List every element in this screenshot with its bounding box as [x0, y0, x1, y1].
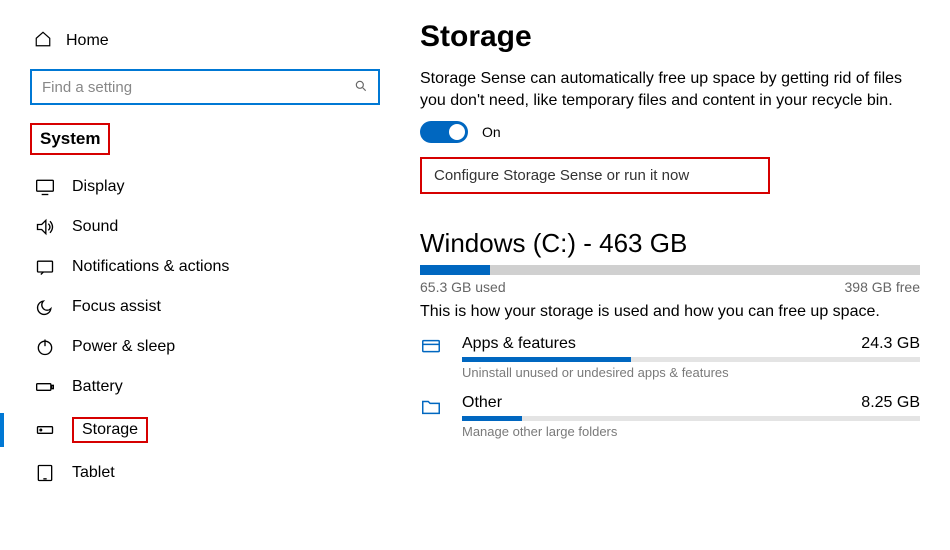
- search-input[interactable]: [42, 79, 335, 96]
- display-icon: [34, 177, 56, 197]
- sidebar-item-label: Focus assist: [72, 298, 161, 316]
- sidebar-item-tablet[interactable]: Tablet: [30, 453, 380, 493]
- used-label: 65.3 GB used: [420, 279, 506, 295]
- sidebar-item-label: Storage: [72, 417, 148, 443]
- category-body: Apps & features 24.3 GB Uninstall unused…: [462, 335, 920, 380]
- drive-usage-bar-fill: [420, 265, 490, 275]
- toggle-label: On: [482, 124, 501, 140]
- usage-description: This is how your storage is used and how…: [420, 303, 920, 321]
- focus-assist-icon: [34, 297, 56, 317]
- category-size: 8.25 GB: [861, 394, 920, 412]
- category-name: Other: [462, 394, 502, 412]
- storage-sense-description: Storage Sense can automatically free up …: [420, 68, 920, 111]
- category-subtitle: Manage other large folders: [462, 424, 920, 439]
- sidebar-item-sound[interactable]: Sound: [30, 207, 380, 247]
- sidebar-item-label: Power & sleep: [72, 338, 175, 356]
- free-label: 398 GB free: [845, 279, 921, 295]
- storage-sense-toggle-row: On: [420, 121, 920, 143]
- search-icon: [354, 79, 368, 96]
- storage-icon: [34, 420, 56, 440]
- category-other[interactable]: Other 8.25 GB Manage other large folders: [420, 394, 920, 439]
- drive-usage-bar: [420, 265, 920, 275]
- category-size: 24.3 GB: [861, 335, 920, 353]
- home-nav[interactable]: Home: [34, 30, 380, 51]
- category-name: Apps & features: [462, 335, 576, 353]
- sidebar-item-power-sleep[interactable]: Power & sleep: [30, 327, 380, 367]
- category-subtitle: Uninstall unused or undesired apps & fea…: [462, 365, 920, 380]
- storage-sense-toggle[interactable]: [420, 121, 468, 143]
- drive-usage-labels: 65.3 GB used 398 GB free: [420, 279, 920, 295]
- settings-sidebar: Home System Display Sound Notifications …: [0, 0, 400, 550]
- drive-title: Windows (C:) - 463 GB: [420, 228, 920, 259]
- power-icon: [34, 337, 56, 357]
- sidebar-item-label: Notifications & actions: [72, 258, 229, 276]
- home-icon: [34, 30, 52, 51]
- category-bar-fill: [462, 357, 631, 362]
- sidebar-item-focus-assist[interactable]: Focus assist: [30, 287, 380, 327]
- sidebar-item-label: Sound: [72, 218, 118, 236]
- sidebar-item-label: Display: [72, 178, 124, 196]
- category-body: Other 8.25 GB Manage other large folders: [462, 394, 920, 439]
- apps-features-icon: [420, 335, 446, 362]
- sidebar-item-display[interactable]: Display: [30, 167, 380, 207]
- sidebar-item-notifications[interactable]: Notifications & actions: [30, 247, 380, 287]
- main-pane: Storage Storage Sense can automatically …: [400, 0, 950, 550]
- section-header-system: System: [30, 123, 110, 155]
- configure-storage-sense-link[interactable]: Configure Storage Sense or run it now: [420, 157, 770, 194]
- search-input-wrapper[interactable]: [30, 69, 380, 105]
- category-apps-features[interactable]: Apps & features 24.3 GB Uninstall unused…: [420, 335, 920, 380]
- category-bar: [462, 357, 920, 362]
- battery-icon: [34, 377, 56, 397]
- tablet-icon: [34, 463, 56, 483]
- nav-list: Display Sound Notifications & actions Fo…: [30, 167, 380, 493]
- sidebar-item-storage[interactable]: Storage: [30, 407, 380, 453]
- sidebar-item-battery[interactable]: Battery: [30, 367, 380, 407]
- category-bar-fill: [462, 416, 522, 421]
- sidebar-item-label: Tablet: [72, 464, 115, 482]
- sidebar-item-label: Battery: [72, 378, 123, 396]
- folder-icon: [420, 394, 446, 421]
- home-label: Home: [66, 32, 109, 50]
- category-bar: [462, 416, 920, 421]
- notifications-icon: [34, 257, 56, 277]
- sound-icon: [34, 217, 56, 237]
- page-title: Storage: [420, 20, 920, 54]
